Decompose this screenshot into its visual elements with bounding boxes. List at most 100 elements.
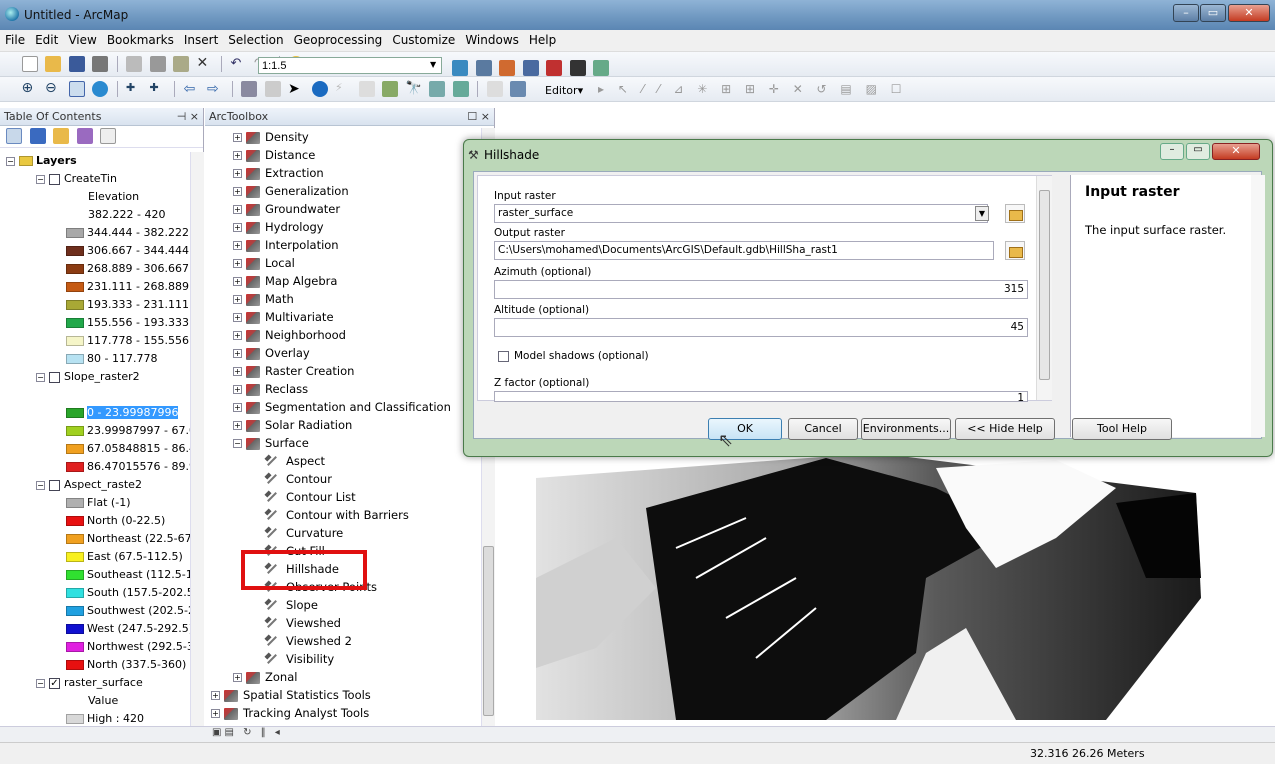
toc-legend-class[interactable]: 86.47015576 - 89.99 (66, 458, 198, 476)
toolset-item[interactable]: + Extraction (233, 164, 324, 182)
back-icon[interactable]: ⇦ (184, 81, 200, 97)
map-scale-combo[interactable] (258, 57, 442, 74)
tool-item[interactable]: Curvature (265, 524, 343, 542)
toc-layer[interactable]: − CreateTin (36, 170, 117, 188)
editor-toolbar-icon[interactable] (452, 60, 468, 76)
toc-legend-class[interactable]: Southeast (112.5-15 (66, 566, 198, 584)
toc-legend-class[interactable]: 344.444 - 382.222 (66, 224, 189, 242)
menu-customize[interactable]: Customize (387, 30, 460, 47)
toc-legend-class[interactable]: East (67.5-112.5) (66, 548, 183, 566)
parameters-scroll-thumb[interactable] (1039, 190, 1050, 380)
identify-icon[interactable] (311, 81, 328, 97)
toc-legend-class[interactable]: 117.778 - 155.556 (66, 332, 189, 350)
expand-icon[interactable]: + (233, 331, 242, 340)
altitude-field[interactable]: 45 (494, 318, 1028, 337)
tool-item[interactable]: Viewshed (265, 614, 341, 632)
model-builder-icon[interactable] (593, 60, 609, 76)
pan-icon[interactable] (68, 81, 85, 97)
azimuth-field[interactable]: 315 (494, 280, 1028, 299)
expand-icon[interactable]: + (233, 277, 242, 286)
input-raster-field[interactable]: raster_surface (494, 204, 988, 223)
undo-icon[interactable]: ↶ (231, 56, 247, 72)
clear-selection-icon[interactable] (264, 81, 281, 97)
toc-legend-class[interactable]: Northwest (292.5-3: (66, 638, 198, 656)
toc-legend-class[interactable]: Northeast (22.5-67.5 (66, 530, 198, 548)
parameters-scrollbar[interactable] (1036, 176, 1052, 400)
output-raster-field[interactable]: C:\Users\mohamed\Documents\ArcGIS\Defaul… (494, 241, 994, 260)
collapse-icon[interactable]: − (233, 439, 242, 448)
toolset-item[interactable]: + Local (233, 254, 295, 272)
toc-vertical-scrollbar[interactable] (190, 152, 204, 726)
environments-button[interactable]: Environments... (861, 418, 951, 440)
horizontal-scrollbar[interactable] (0, 726, 1275, 742)
editor-menu[interactable]: Editor▾ (545, 84, 583, 97)
select-elements-icon[interactable]: ➤ (288, 81, 304, 97)
collapse-icon[interactable]: − (6, 156, 15, 166)
list-by-source-icon[interactable] (29, 128, 46, 144)
expand-icon[interactable]: + (233, 385, 242, 394)
tool-item[interactable]: Aspect (265, 452, 325, 470)
dialog-close-button[interactable]: ✕ (1212, 143, 1260, 160)
toolset-item[interactable]: + Overlay (233, 344, 310, 362)
input-raster-browse-icon[interactable] (1005, 204, 1025, 223)
forward-icon[interactable]: ⇨ (207, 81, 223, 97)
expand-icon[interactable]: + (233, 313, 242, 322)
toolset-item[interactable]: + Solar Radiation (233, 416, 352, 434)
menu-insert[interactable]: Insert (179, 30, 223, 47)
toolset-item[interactable]: + Raster Creation (233, 362, 354, 380)
toolset-item[interactable]: + Math (233, 290, 294, 308)
toolset-item[interactable]: + Distance (233, 146, 315, 164)
menu-windows[interactable]: Windows (460, 30, 524, 47)
model-shadows-checkbox[interactable] (498, 351, 509, 362)
toolset-item[interactable]: + Neighborhood (233, 326, 346, 344)
toolset-item[interactable]: + Reclass (233, 380, 308, 398)
expand-icon[interactable]: + (233, 187, 242, 196)
full-extent-icon[interactable] (92, 81, 108, 97)
tool-help-button[interactable]: Tool Help (1072, 418, 1172, 440)
menu-view[interactable]: View (63, 30, 101, 47)
html-popup-icon[interactable] (358, 81, 375, 97)
toc-legend-class[interactable]: Flat (-1) (66, 494, 130, 512)
collapse-icon[interactable]: − (36, 372, 45, 382)
go-to-xy-icon[interactable] (452, 81, 469, 97)
select-features-icon[interactable] (241, 81, 257, 97)
toolset-item[interactable]: + Groundwater (233, 200, 340, 218)
expand-icon[interactable]: + (233, 169, 242, 178)
toc-legend-class[interactable]: Southwest (202.5-2 (66, 602, 195, 620)
collapse-icon[interactable]: − (36, 480, 45, 490)
help-scrollbar[interactable] (1251, 175, 1265, 437)
expand-icon[interactable]: + (233, 241, 242, 250)
layout-view-buttons[interactable]: ▣▤ ↻ ‖ ◂ (212, 727, 283, 738)
tool-item[interactable]: Contour List (265, 488, 356, 506)
python-icon[interactable] (569, 60, 586, 76)
toc-legend-class[interactable]: 0 - 23.99987996 (66, 404, 179, 422)
scale-dropdown-icon[interactable]: ▼ (430, 60, 436, 69)
list-by-selection-icon[interactable] (76, 128, 93, 144)
toc-legend-class[interactable]: 268.889 - 306.667 (66, 260, 189, 278)
toolset-item[interactable]: + Interpolation (233, 236, 339, 254)
toc-layer[interactable]: − Aspect_raste2 (36, 476, 142, 494)
list-by-visibility-icon[interactable] (53, 128, 69, 144)
zfactor-field[interactable]: 1 (494, 391, 1028, 402)
expand-icon[interactable]: + (233, 403, 242, 412)
scroll-thumb[interactable] (483, 546, 494, 716)
toc-legend-class[interactable]: West (247.5-292.5) (66, 620, 193, 638)
hide-help-button[interactable]: << Hide Help (955, 418, 1055, 440)
arctoolbox-icon[interactable] (546, 60, 562, 76)
layer-visibility-checkbox[interactable] (49, 479, 60, 491)
fixed-zoom-out-icon[interactable]: ✚ (150, 81, 166, 97)
toc-legend-class[interactable]: 80 - 117.778 (66, 350, 157, 368)
toolset-item[interactable]: + Density (233, 128, 309, 146)
find-icon[interactable]: 🔭 (406, 81, 422, 97)
open-icon[interactable] (45, 56, 61, 72)
toc-legend-class[interactable]: North (0-22.5) (66, 512, 165, 530)
tool-item[interactable]: Contour with Barriers (265, 506, 409, 524)
toc-legend-class[interactable]: 306.667 - 344.444 (66, 242, 189, 260)
expand-icon[interactable]: + (233, 421, 242, 430)
dialog-maximize-button[interactable]: ▭ (1186, 143, 1210, 160)
list-by-drawing-order-icon[interactable] (6, 128, 22, 144)
menu-edit[interactable]: Edit (30, 30, 63, 47)
layer-visibility-checkbox[interactable] (49, 371, 60, 383)
layer-visibility-checkbox[interactable]: ✓ (49, 677, 60, 689)
paste-icon[interactable] (173, 56, 189, 72)
